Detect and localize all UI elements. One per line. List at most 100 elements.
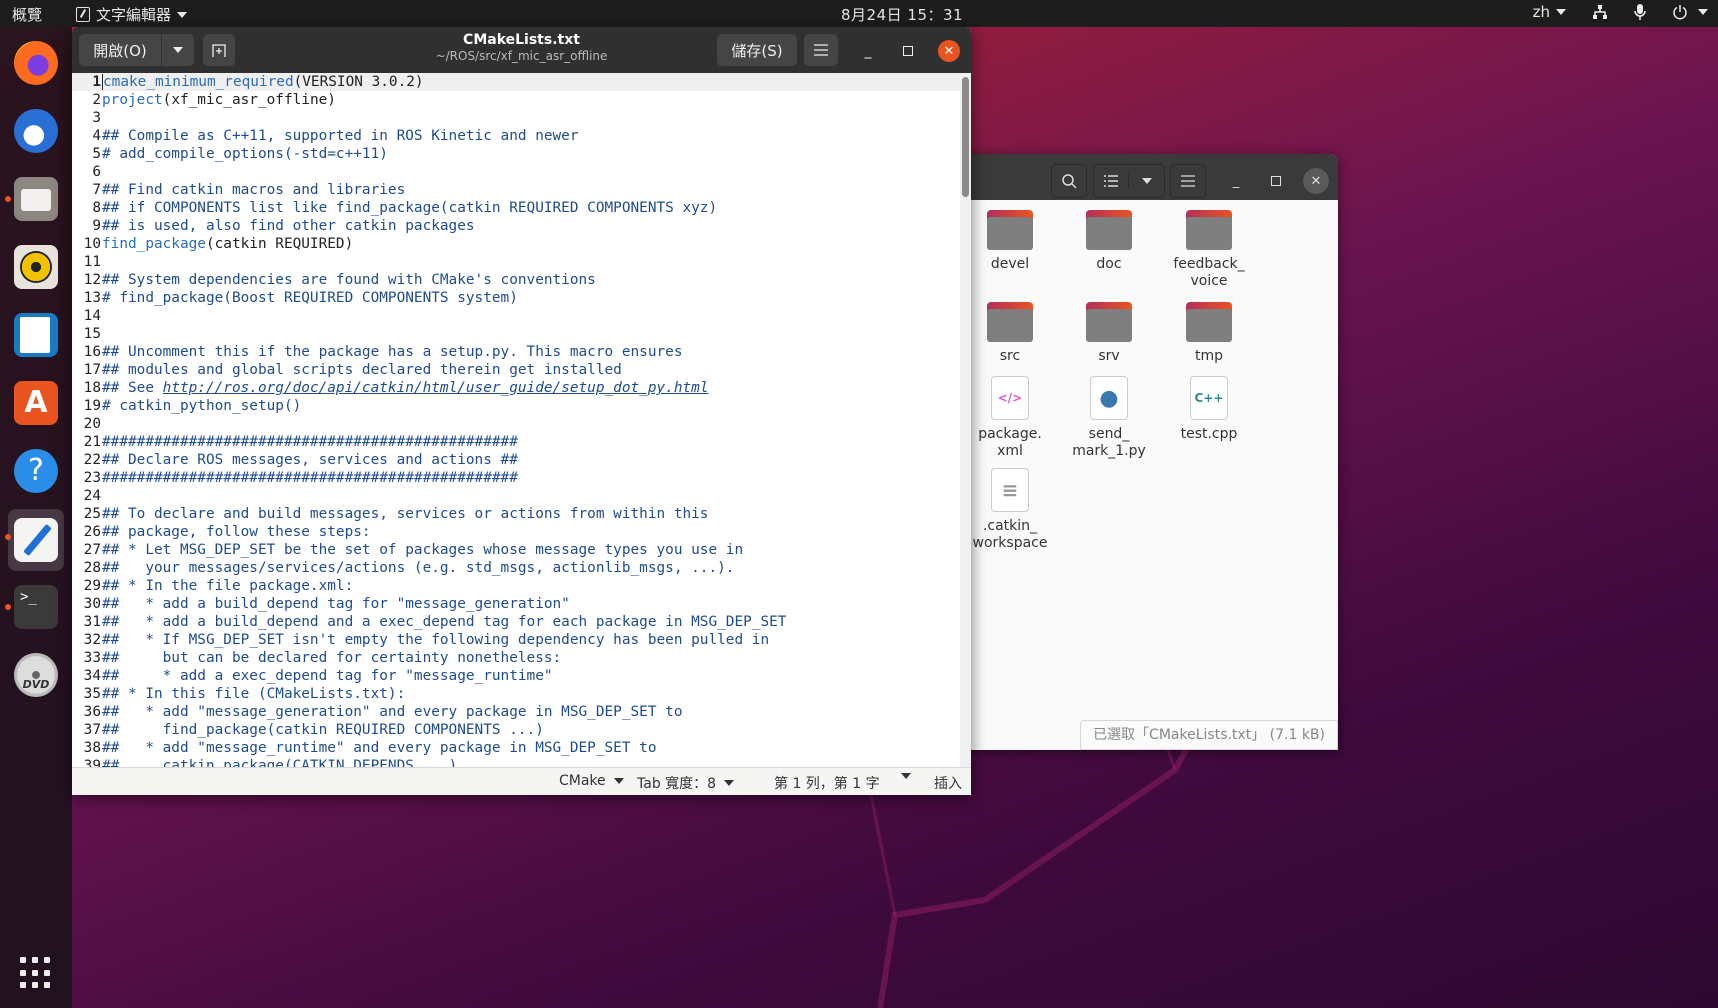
code-line[interactable]: 12## System dependencies are found with …: [72, 271, 960, 289]
folder-item-feedback-voice[interactable]: feedback_ voice: [1161, 210, 1257, 290]
line-number: 17: [83, 362, 101, 378]
code-line[interactable]: 31## * add a build_depend and a exec_dep…: [72, 613, 960, 631]
line-text: ## Find catkin macros and libraries: [102, 182, 406, 198]
code-line[interactable]: 19# catkin_python_setup(): [72, 397, 960, 415]
dock-item-terminal[interactable]: >_: [5, 579, 64, 635]
code-line[interactable]: 2project(xf_mic_asr_offline): [72, 91, 960, 109]
line-number: 14: [83, 308, 101, 324]
code-line[interactable]: 24: [72, 487, 960, 505]
dock-item-files[interactable]: [5, 171, 64, 227]
line-text: ## find_package(catkin REQUIRED COMPONEN…: [102, 722, 544, 738]
code-line[interactable]: 39## catkin_package(CATKIN_DEPENDS ...): [72, 757, 960, 767]
line-text: ## modules and global scripts declared t…: [102, 362, 622, 378]
code-line[interactable]: 8## if COMPONENTS list like find_package…: [72, 199, 960, 217]
maximize-button[interactable]: [897, 40, 919, 62]
code-line[interactable]: 18## See http://ros.org/doc/api/catkin/h…: [72, 379, 960, 397]
code-line[interactable]: 14: [72, 307, 960, 325]
dock-item-libreoffice-writer[interactable]: [8, 307, 64, 363]
system-menu[interactable]: [1672, 4, 1708, 20]
code-line[interactable]: 21######################################…: [72, 433, 960, 451]
code-line[interactable]: 26## package, follow these steps:: [72, 523, 960, 541]
file-item-catkin-workspace[interactable]: ≡ .catkin_ workspace: [962, 468, 1058, 552]
open-button[interactable]: 開啟(O): [79, 34, 161, 66]
file-item-send-mark-1-py[interactable]: ● send_ mark_1.py: [1061, 376, 1157, 460]
close-icon: ✕: [1310, 173, 1322, 189]
position-dropdown[interactable]: [901, 773, 911, 779]
minimize-button[interactable]: _: [1223, 168, 1249, 194]
cursor-position[interactable]: 第 1 列，第 1 字: [774, 773, 880, 793]
minimize-button[interactable]: _: [857, 40, 879, 62]
close-button[interactable]: ✕: [938, 40, 960, 62]
microphone-icon[interactable]: [1634, 3, 1646, 21]
code-line[interactable]: 4## Compile as C++11, supported in ROS K…: [72, 127, 960, 145]
code-line[interactable]: 29## * In the file package.xml:: [72, 577, 960, 595]
view-dropdown-button[interactable]: [1129, 178, 1164, 184]
code-line[interactable]: 3: [72, 109, 960, 127]
line-number: 18: [83, 380, 101, 396]
code-line[interactable]: 11: [72, 253, 960, 271]
code-line[interactable]: 13# find_package(Boost REQUIRED COMPONEN…: [72, 289, 960, 307]
folder-item-devel[interactable]: devel: [962, 210, 1058, 273]
open-recent-dropdown[interactable]: [162, 34, 194, 66]
show-applications-button[interactable]: [20, 957, 52, 989]
code-line[interactable]: 35## * In this file (CMakeLists.txt):: [72, 685, 960, 703]
code-line[interactable]: 17## modules and global scripts declared…: [72, 361, 960, 379]
dock-item-thunderbird[interactable]: [8, 103, 64, 159]
url-link[interactable]: http://ros.org/doc/api/catkin/html/user_…: [163, 380, 709, 396]
code-line[interactable]: 27## * Let MSG_DEP_SET be the set of pac…: [72, 541, 960, 559]
list-view-button[interactable]: [1094, 174, 1130, 188]
code-line[interactable]: 22## Declare ROS messages, services and …: [72, 451, 960, 469]
code-line[interactable]: 38## * add "message_runtime" and every p…: [72, 739, 960, 757]
language-selector[interactable]: CMake: [559, 773, 624, 789]
new-tab-button[interactable]: [203, 34, 235, 66]
app-menu[interactable]: 文字編輯器: [76, 4, 188, 25]
network-icon[interactable]: [1592, 4, 1608, 20]
code-line[interactable]: 16## Uncomment this if the package has a…: [72, 343, 960, 361]
menu-button[interactable]: [804, 34, 838, 66]
folder-item-doc[interactable]: doc: [1061, 210, 1157, 273]
line-text: # find_package(Boost REQUIRED COMPONENTS…: [102, 290, 518, 306]
code-line[interactable]: 36## * add "message_generation" and ever…: [72, 703, 960, 721]
code-editor[interactable]: 1 cmake_minimum_required(VERSION 3.0.2) 2p…: [72, 73, 960, 767]
code-line[interactable]: 23######################################…: [72, 469, 960, 487]
code-line[interactable]: 34## * add a exec_depend tag for "messag…: [72, 667, 960, 685]
vertical-scrollbar[interactable]: [960, 73, 971, 767]
code-line[interactable]: 9## is used, also find other catkin pack…: [72, 217, 960, 235]
running-indicator: [5, 604, 11, 610]
insert-mode[interactable]: 插入: [934, 773, 962, 793]
folder-item-tmp[interactable]: tmp: [1161, 302, 1257, 365]
menu-button[interactable]: [1170, 164, 1206, 198]
code-line[interactable]: 7## Find catkin macros and libraries: [72, 181, 960, 199]
maximize-button[interactable]: [1263, 168, 1289, 194]
code-line[interactable]: 25## To declare and build messages, serv…: [72, 505, 960, 523]
code-line[interactable]: 5# add_compile_options(-std=c++11): [72, 145, 960, 163]
dock-item-rhythmbox[interactable]: [8, 239, 64, 295]
code-line[interactable]: 30## * add a build_depend tag for "messa…: [72, 595, 960, 613]
code-line[interactable]: 6: [72, 163, 960, 181]
activities-button[interactable]: 概覽: [12, 4, 42, 25]
code-line[interactable]: 37## find_package(catkin REQUIRED COMPON…: [72, 721, 960, 739]
folder-item-src[interactable]: src: [962, 302, 1058, 365]
dock-item-help[interactable]: ?: [8, 443, 64, 499]
file-item-package-xml[interactable]: </> package. xml: [962, 376, 1058, 460]
code-line[interactable]: 20: [72, 415, 960, 433]
scrollbar-thumb[interactable]: [962, 77, 969, 197]
language-selector[interactable]: zh: [1533, 3, 1566, 21]
close-button[interactable]: ✕: [1303, 168, 1329, 194]
dock-item-text-editor[interactable]: [5, 509, 64, 571]
dock-item-dvd[interactable]: DVD: [8, 647, 64, 703]
code-line[interactable]: 32## * If MSG_DEP_SET isn't empty the fo…: [72, 631, 960, 649]
code-line[interactable]: 1 cmake_minimum_required(VERSION 3.0.2): [72, 73, 960, 91]
code-line[interactable]: 28## your messages/services/actions (e.g…: [72, 559, 960, 577]
search-button[interactable]: [1051, 164, 1087, 198]
dock-item-app-store[interactable]: A: [8, 375, 64, 431]
file-item-test-cpp[interactable]: C++ test.cpp: [1161, 376, 1257, 443]
code-line[interactable]: 10find_package(catkin REQUIRED): [72, 235, 960, 253]
save-button[interactable]: 儲存(S): [717, 34, 797, 66]
code-line[interactable]: 15: [72, 325, 960, 343]
dock-item-firefox[interactable]: [8, 35, 64, 91]
code-line[interactable]: 33## but can be declared for certainty n…: [72, 649, 960, 667]
folder-item-srv[interactable]: srv: [1061, 302, 1157, 365]
tab-width-selector[interactable]: Tab 寬度：8: [637, 773, 735, 793]
clock[interactable]: 8月24日 15：31: [841, 4, 963, 25]
